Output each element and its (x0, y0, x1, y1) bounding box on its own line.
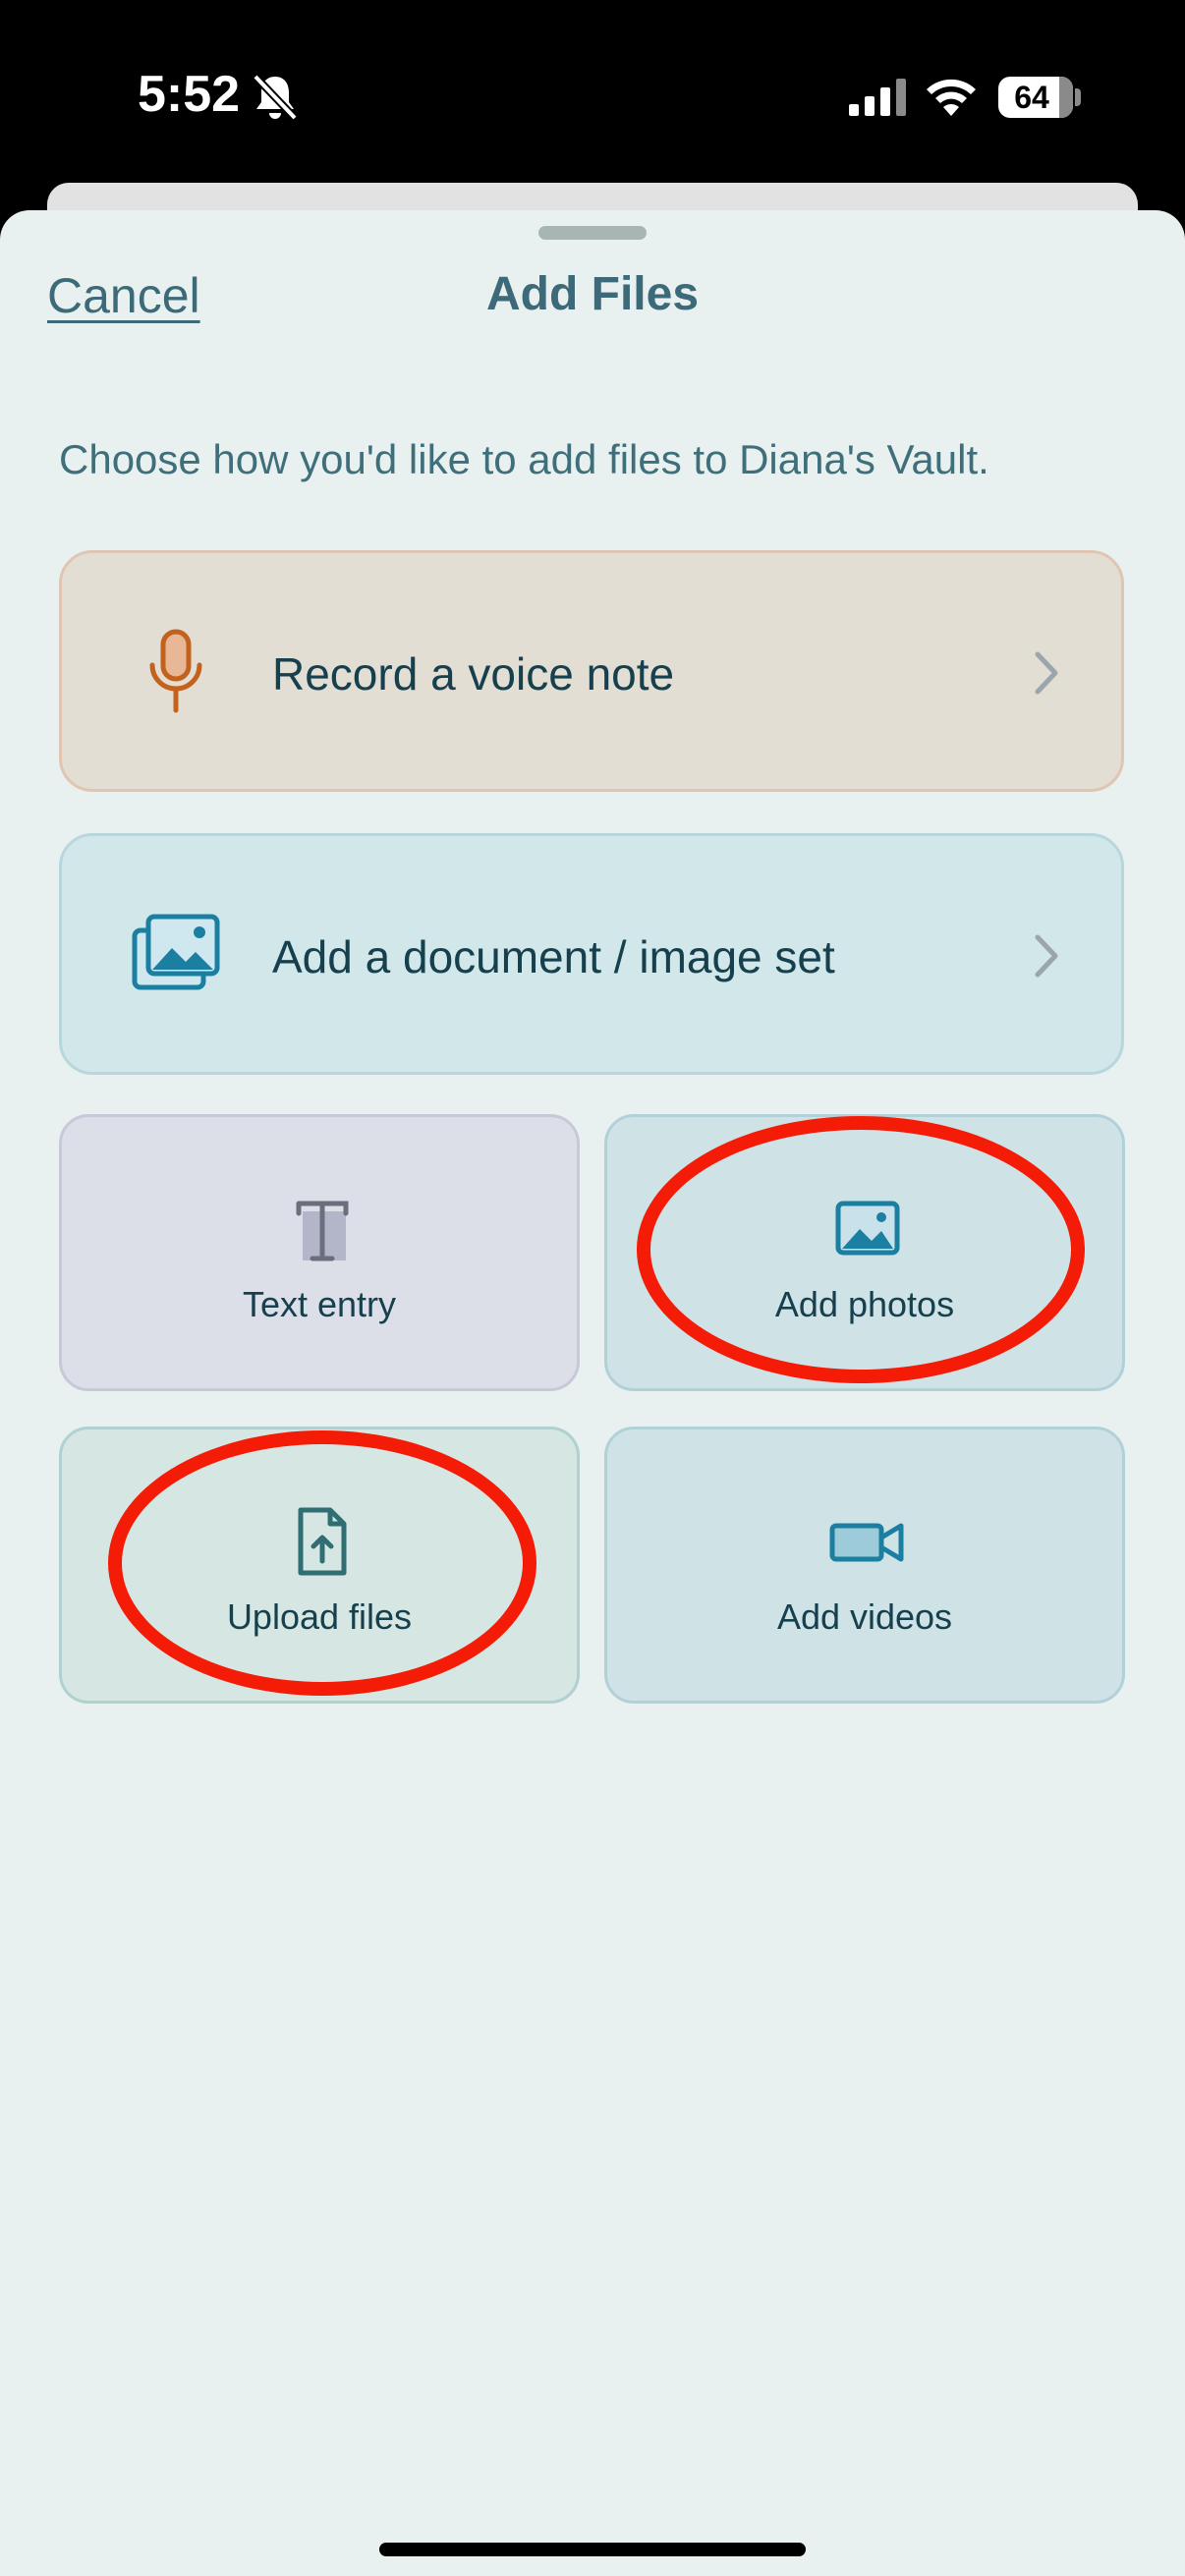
voice-note-label: Record a voice note (272, 648, 675, 700)
text-t-icon (296, 1201, 349, 1261)
add-photos-button[interactable]: Add photos (604, 1114, 1125, 1391)
add-photos-label: Add photos (774, 1284, 955, 1324)
file-upload-icon (298, 1507, 347, 1576)
cellular-signal-icon (849, 79, 906, 116)
add-videos-label: Add videos (776, 1596, 953, 1637)
status-time: 5:52 (138, 66, 241, 123)
chevron-right-icon (1035, 651, 1058, 695)
battery-indicator: 64 (998, 77, 1073, 118)
cancel-button[interactable]: Cancel (47, 267, 200, 324)
battery-level: 64 (1014, 80, 1049, 115)
record-voice-note-button[interactable]: Record a voice note (59, 550, 1124, 792)
microphone-icon (149, 629, 202, 713)
battery-cap (1075, 88, 1081, 106)
add-files-sheet: Add Files Cancel Choose how you'd like t… (0, 210, 1185, 2576)
image-stack-icon (132, 914, 220, 990)
text-entry-label: Text entry (242, 1284, 397, 1324)
home-indicator[interactable] (379, 2543, 806, 2556)
sheet-grabber[interactable] (538, 226, 647, 240)
chevron-right-icon (1035, 934, 1058, 978)
instructions-text: Choose how you'd like to add files to Di… (59, 436, 989, 482)
status-bar: 5:52 64 (0, 0, 1185, 187)
add-videos-button[interactable]: Add videos (604, 1427, 1125, 1704)
text-entry-button[interactable]: Text entry (59, 1114, 580, 1391)
document-image-set-label: Add a document / image set (272, 931, 835, 982)
wifi-icon (927, 79, 976, 116)
silent-mode-icon (253, 74, 298, 121)
image-icon (835, 1201, 900, 1256)
upload-files-label: Upload files (226, 1596, 413, 1637)
upload-files-button[interactable]: Upload files (59, 1427, 580, 1704)
video-camera-icon (829, 1523, 904, 1562)
add-document-image-set-button[interactable]: Add a document / image set (59, 833, 1124, 1075)
